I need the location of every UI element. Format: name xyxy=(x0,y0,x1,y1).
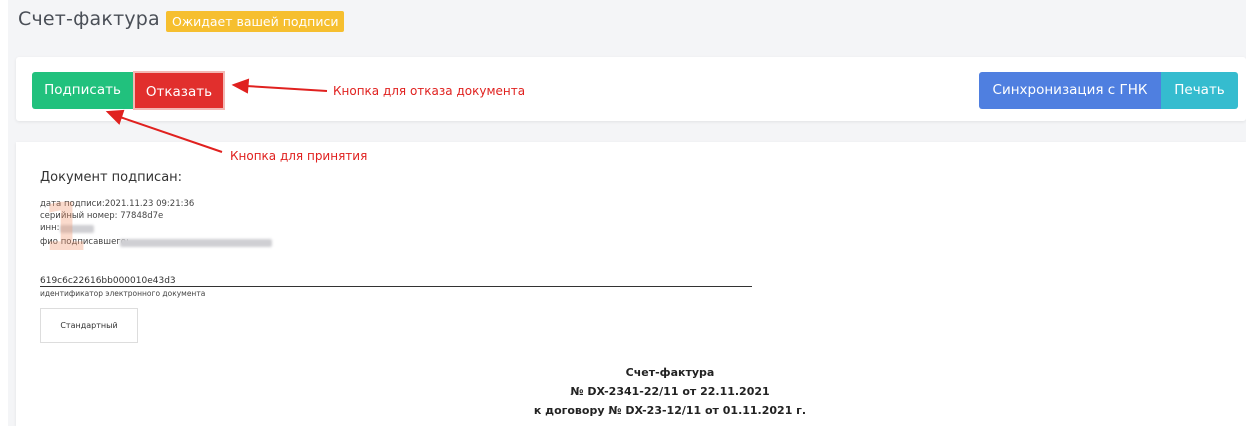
accept-annotation: Кнопка для принятия xyxy=(230,149,368,163)
reject-arrow-line xyxy=(245,85,328,92)
signature-date-value: 2021.11.23 09:21:36 xyxy=(104,199,195,209)
document-id: 619c6c22616bb000010e43d3 xyxy=(40,276,176,286)
invoice-contract: к договору № DX-23-12/11 от 01.11.2021 г… xyxy=(533,404,807,417)
reject-annotation: Кнопка для отказа документа xyxy=(333,84,526,98)
signer-redacted xyxy=(120,239,272,247)
accept-arrow-head xyxy=(105,109,125,125)
invoice-number: № DX-2341-22/11 от 22.11.2021 xyxy=(570,385,770,398)
document-id-caption: идентификатор электронного документа xyxy=(40,289,206,298)
invoice-title: Счет-фактура xyxy=(625,366,715,379)
signed-heading: Документ подписан: xyxy=(40,170,183,185)
reject-arrow-head xyxy=(231,78,250,94)
format-standard-button[interactable]: Стандартный xyxy=(40,308,138,343)
annotation-arrows xyxy=(105,78,328,153)
step-number-watermark: 1 xyxy=(42,189,88,266)
signature-serial-value: 77848d7e xyxy=(120,211,164,221)
accept-arrow-line xyxy=(119,116,223,153)
document-id-underline xyxy=(40,286,752,287)
